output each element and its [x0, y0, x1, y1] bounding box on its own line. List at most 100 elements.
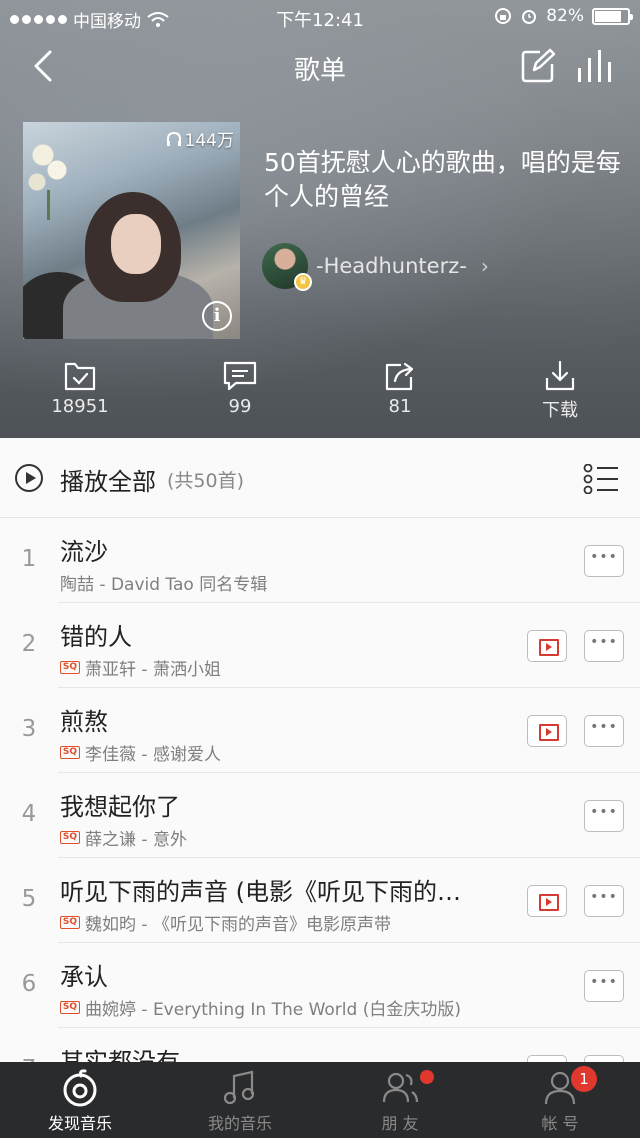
song-index: 2 — [21, 631, 37, 657]
more-icon[interactable] — [584, 715, 624, 747]
song-meta-text: 萧亚轩 - 萧洒小姐 — [85, 660, 221, 680]
tab-bar: 发现音乐 我的音乐 朋 友 1 帐 号 — [0, 1062, 640, 1138]
creator-name: -Headhunterz- — [316, 254, 467, 278]
song-row[interactable]: 6 承认 SQ 曲婉婷 - Everything In The World (白金庆功… — [22, 943, 640, 1028]
song-title: 煎熬 — [60, 708, 108, 736]
collect-button[interactable]: 18951 — [0, 360, 160, 436]
tab-label: 朋 友 — [381, 1114, 419, 1133]
song-title: 听见下雨的声音 (电影《听见下雨的… — [60, 878, 461, 906]
tab-label: 我的音乐 — [207, 1114, 272, 1133]
song-index: 1 — [21, 546, 37, 572]
collect-icon — [64, 362, 96, 391]
comment-button[interactable]: 99 — [160, 360, 320, 436]
playlist-header: 中国移动 下午12:41 82% 歌单 144万 i 50首抚慰人心的歌曲，唱的… — [0, 0, 640, 438]
song-meta-text: 薛之谦 - 意外 — [85, 830, 187, 850]
song-artist-album: SQ 魏如昀 - 《听见下雨的声音》电影原声带 — [60, 910, 391, 935]
sq-badge: SQ — [60, 916, 80, 929]
nav-bar: 歌单 — [0, 36, 640, 96]
song-row[interactable]: 3 煎熬 SQ 李佳薇 - 感谢爱人 — [22, 688, 640, 773]
song-row[interactable]: 1 流沙陶喆 - David Tao 同名专辑 — [22, 518, 640, 603]
sq-badge: SQ — [60, 661, 80, 674]
battery-percent: 82% — [546, 6, 584, 26]
sq-badge: SQ — [60, 746, 80, 759]
play-count: 144万 — [166, 126, 234, 151]
mv-icon[interactable] — [527, 630, 567, 662]
song-list: 播放全部 (共50首) 1 流沙陶喆 - David Tao 同名专辑 2 错的人 SQ… — [0, 438, 640, 1062]
song-row[interactable]: 5 听见下雨的声音 (电影《听见下雨的… SQ 魏如昀 - 《听见下雨的声音》电影原声… — [22, 858, 640, 943]
share-icon — [385, 362, 414, 391]
friends-notification-dot — [420, 1070, 434, 1084]
tab-account[interactable]: 1 帐 号 — [480, 1062, 640, 1138]
more-icon[interactable] — [584, 800, 624, 832]
download-button[interactable]: 下载 — [480, 360, 640, 436]
rotation-lock-icon — [495, 8, 512, 24]
mv-icon[interactable] — [527, 715, 567, 747]
cover-art-flowers — [23, 130, 73, 220]
playlist-cover[interactable]: 144万 i — [23, 122, 240, 339]
comment-icon — [223, 361, 257, 391]
song-index: 3 — [21, 716, 37, 742]
tab-label: 帐 号 — [541, 1114, 579, 1133]
friends-icon — [382, 1072, 419, 1103]
song-artist-album: 陶喆 - David Tao 同名专辑 — [60, 570, 267, 595]
song-title: 承认 — [60, 963, 108, 991]
song-row[interactable]: 4 我想起你了 SQ 薛之谦 - 意外 — [22, 773, 640, 858]
song-artist-album: SQ 曲婉婷 - Everything In The World (白金庆功版) — [60, 995, 461, 1020]
netease-music-icon — [63, 1069, 97, 1107]
song-title: 流沙 — [60, 538, 108, 566]
song-count: (共50首) — [167, 470, 245, 492]
more-icon[interactable] — [584, 885, 624, 917]
song-index: 5 — [21, 886, 37, 912]
play-all-label: 播放全部 — [60, 468, 156, 496]
song-title: 其实都没有 — [60, 1048, 180, 1062]
avatar: ♛ — [262, 243, 312, 291]
alarm-icon — [522, 10, 537, 24]
status-bar: 中国移动 下午12:41 82% — [0, 0, 640, 36]
comment-count: 99 — [228, 396, 252, 417]
chevron-right-icon: › — [480, 254, 489, 278]
more-icon[interactable] — [584, 970, 624, 1002]
song-title: 错的人 — [60, 623, 132, 651]
action-row: 18951 99 81 下载 — [0, 360, 640, 436]
multi-select-icon[interactable] — [583, 464, 619, 494]
equalizer-icon[interactable] — [576, 48, 616, 84]
song-index: 6 — [21, 971, 37, 997]
song-title: 我想起你了 — [60, 793, 180, 821]
mv-icon[interactable] — [527, 1055, 567, 1062]
song-artist-album: SQ 李佳薇 - 感谢爱人 — [60, 740, 221, 765]
music-note-icon — [223, 1070, 255, 1105]
song-artist-album: SQ 萧亚轩 - 萧洒小姐 — [60, 655, 221, 680]
more-icon[interactable] — [584, 630, 624, 662]
song-index: 4 — [21, 801, 37, 827]
tab-my-music[interactable]: 我的音乐 — [160, 1062, 320, 1138]
play-all-button[interactable]: 播放全部 (共50首) — [0, 438, 640, 518]
tab-label: 发现音乐 — [47, 1114, 112, 1133]
song-meta-text: 李佳薇 - 感谢爱人 — [85, 745, 221, 765]
sq-badge: SQ — [60, 1001, 80, 1014]
battery-icon — [592, 7, 633, 25]
status-right: 82% — [494, 6, 633, 26]
share-button[interactable]: 81 — [320, 360, 480, 436]
song-artist-album: SQ 薛之谦 - 意外 — [60, 825, 187, 850]
sq-badge: SQ — [60, 831, 80, 844]
tab-discover[interactable]: 发现音乐 — [0, 1062, 160, 1138]
vip-crown-icon: ♛ — [294, 273, 312, 291]
song-meta-text: 曲婉婷 - Everything In The World (白金庆功版) — [85, 1000, 461, 1020]
creator-link[interactable]: ♛ -Headhunterz- › — [262, 242, 489, 291]
cover-art-face — [111, 214, 161, 274]
download-icon — [545, 360, 575, 391]
play-count-value: 144万 — [184, 131, 234, 151]
info-icon[interactable]: i — [202, 301, 232, 331]
share-count: 81 — [388, 396, 412, 417]
more-icon[interactable] — [584, 545, 624, 577]
edit-icon[interactable] — [520, 48, 556, 84]
play-icon — [15, 464, 43, 492]
download-label: 下载 — [542, 400, 578, 421]
song-row[interactable]: 2 错的人 SQ 萧亚轩 - 萧洒小姐 — [22, 603, 640, 688]
playlist-title: 50首抚慰人心的歌曲，唱的是每个人的曾经 — [264, 148, 621, 211]
mv-icon[interactable] — [527, 885, 567, 917]
song-row[interactable]: 7其实都没有 — [22, 1028, 640, 1062]
tab-friends[interactable]: 朋 友 — [320, 1062, 480, 1138]
more-icon[interactable] — [584, 1055, 624, 1062]
collect-count: 18951 — [51, 396, 109, 417]
